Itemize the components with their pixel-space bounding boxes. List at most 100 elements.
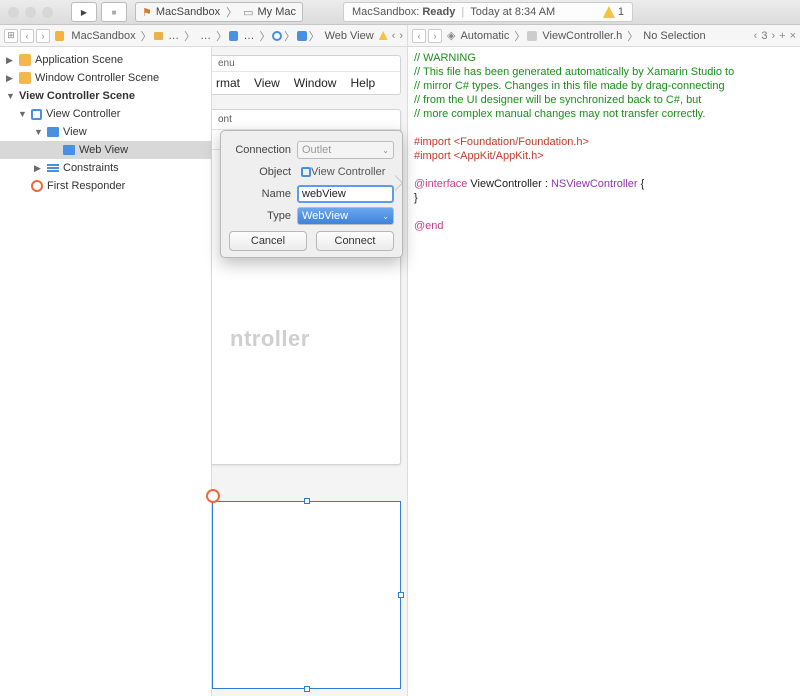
label: ont — [218, 114, 232, 125]
outline-first-responder[interactable]: First Responder — [0, 177, 211, 195]
project-icon — [55, 31, 64, 41]
outline-window-controller-scene[interactable]: Window Controller Scene — [0, 69, 211, 87]
outline-view[interactable]: View — [0, 123, 211, 141]
jb-seg2[interactable]: … — [165, 30, 182, 42]
code-line: #import <AppKit/AppKit.h> — [414, 149, 794, 163]
code-line: // mirror C# types. Changes in this file… — [414, 79, 794, 93]
warning-count: 1 — [618, 6, 624, 18]
value: webView — [302, 188, 346, 200]
menu-window[interactable]: Window — [294, 76, 337, 90]
menu-bar-preview: enu rmat View Window Help — [212, 55, 401, 95]
label: enu — [218, 58, 235, 69]
stop-button[interactable] — [101, 2, 127, 22]
view-controller-icon — [272, 31, 282, 41]
outline-application-scene[interactable]: Application Scene — [0, 51, 211, 69]
warning-icon[interactable] — [379, 31, 388, 40]
related-items-icon[interactable]: ⊞ — [4, 29, 18, 43]
status-project: MacSandbox: — [352, 6, 419, 18]
constraints-icon — [47, 163, 59, 173]
close-assistant-icon[interactable]: × — [790, 30, 796, 42]
header-file-icon — [527, 31, 537, 41]
warnings-badge[interactable]: 1 — [603, 6, 624, 18]
minimize-window-icon[interactable] — [25, 7, 36, 18]
label: Constraints — [63, 162, 119, 174]
chevron-right-icon[interactable]: › — [771, 30, 775, 42]
code-line: } — [414, 191, 794, 205]
chevron-left-icon[interactable]: ‹ — [392, 30, 396, 42]
jb-seg-webview[interactable]: Web View — [322, 30, 377, 42]
label: View — [63, 126, 87, 138]
jumpbar-canvas[interactable]: ⊞ ‹ › MacSandbox〉 …〉 …〉 …〉 〉 〉 Web View … — [0, 25, 408, 47]
back-icon[interactable]: ‹ — [412, 29, 426, 43]
forward-icon[interactable]: › — [428, 29, 442, 43]
connection-indicator-icon — [206, 489, 220, 503]
code-line: #import <Foundation/Foundation.h> — [414, 135, 794, 149]
connection-type-select[interactable]: Outlet⌄ — [297, 141, 394, 159]
outline-constraints[interactable]: Constraints — [0, 159, 211, 177]
code-line: // more complex manual changes may not t… — [414, 107, 794, 121]
scheme-target: MacSandbox — [156, 6, 220, 18]
view-controller-icon — [301, 167, 311, 177]
resize-handle-bottom[interactable] — [304, 686, 310, 692]
code-line: @end — [414, 219, 794, 233]
object-select[interactable]: View Controller — [297, 163, 394, 181]
traffic-lights — [8, 7, 53, 18]
name-label: Name — [229, 188, 291, 200]
status-time: Today at 8:34 AM — [470, 6, 555, 18]
zoom-window-icon[interactable] — [42, 7, 53, 18]
scene-icon — [19, 72, 31, 84]
label: View Controller Scene — [19, 90, 135, 102]
counterpart-counter: 3 — [761, 30, 767, 42]
jb-seg4[interactable]: … — [240, 30, 257, 42]
storyboard-icon — [229, 31, 238, 41]
webview-icon — [63, 145, 75, 155]
type-label: Type — [229, 210, 291, 222]
scheme-selector[interactable]: ⚑ MacSandbox 〉 ▭ My Mac — [135, 2, 303, 22]
jumpbar-editor[interactable]: ‹ › ◈ Automatic〉 ViewController.h〉 No Se… — [408, 25, 800, 47]
name-input[interactable]: webView — [297, 185, 394, 203]
chevron-left-icon[interactable]: ‹ — [754, 30, 758, 42]
cancel-button[interactable]: Cancel — [229, 231, 307, 251]
label: Window Controller Scene — [35, 72, 159, 84]
outlet-connection-popover: Connection Outlet⌄ Object View Controlle… — [220, 130, 403, 258]
label: View Controller — [46, 108, 120, 120]
chevron-right-icon[interactable]: › — [399, 30, 403, 42]
jb-file[interactable]: ViewController.h — [539, 30, 625, 42]
connect-button[interactable]: Connect — [316, 231, 394, 251]
forward-icon[interactable]: › — [36, 29, 50, 43]
close-window-icon[interactable] — [8, 7, 19, 18]
jb-selection[interactable]: No Selection — [640, 30, 708, 42]
value: WebView — [302, 210, 348, 222]
folder-icon — [154, 32, 163, 40]
label: Application Scene — [35, 54, 123, 66]
jb-mode[interactable]: Automatic — [457, 30, 512, 42]
label: First Responder — [47, 180, 125, 192]
code-line: // WARNING — [414, 51, 794, 65]
resize-handle-top[interactable] — [304, 498, 310, 504]
object-label: Object — [229, 166, 291, 178]
scene-icon — [19, 54, 31, 66]
source-editor[interactable]: // WARNING // This file has been generat… — [408, 47, 800, 696]
menu-help[interactable]: Help — [350, 76, 375, 90]
type-select[interactable]: WebView⌄ — [297, 207, 394, 225]
menu-view[interactable]: View — [254, 76, 280, 90]
view-controller-icon — [31, 109, 42, 120]
add-assistant-icon[interactable]: + — [779, 30, 785, 42]
back-icon[interactable]: ‹ — [20, 29, 34, 43]
run-button[interactable] — [71, 2, 97, 22]
outline-view-controller[interactable]: View Controller — [0, 105, 211, 123]
connection-label: Connection — [229, 144, 291, 156]
window-titlebar: ⚑ MacSandbox 〉 ▭ My Mac MacSandbox: Read… — [0, 0, 800, 25]
jb-seg-project[interactable]: MacSandbox — [68, 30, 138, 42]
first-responder-icon — [31, 180, 43, 192]
webview-selection[interactable] — [212, 501, 401, 689]
resize-handle-right[interactable] — [398, 592, 404, 598]
code-line: @interface ViewController : NSViewContro… — [414, 177, 794, 191]
label: Web View — [79, 144, 128, 156]
view-icon — [297, 31, 306, 41]
jb-seg3[interactable]: … — [197, 30, 214, 42]
menu-format[interactable]: rmat — [216, 76, 240, 90]
code-line: // This file has been generated automati… — [414, 65, 794, 79]
outline-view-controller-scene[interactable]: View Controller Scene — [0, 87, 211, 105]
outline-web-view[interactable]: Web View — [0, 141, 211, 159]
